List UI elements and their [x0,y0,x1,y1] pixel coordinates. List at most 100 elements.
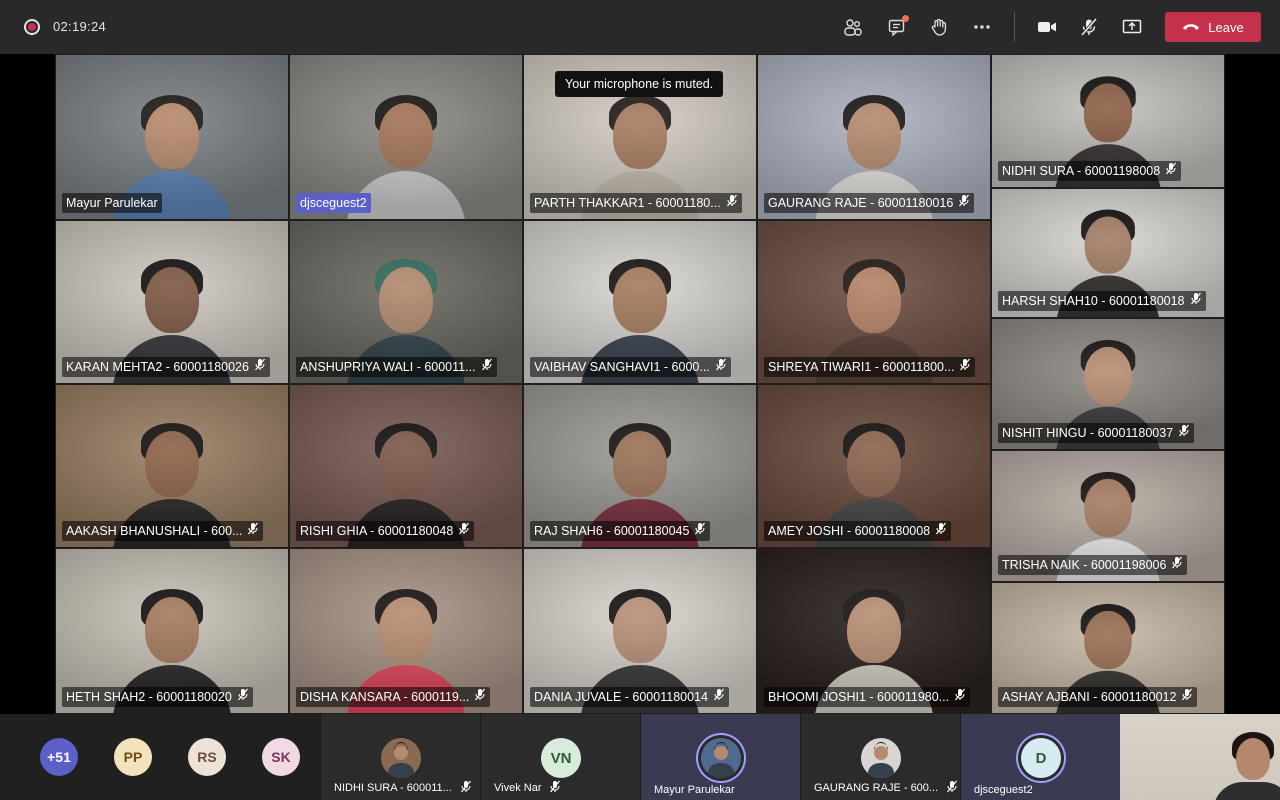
participant-video-tile[interactable]: SHREYA TIWARI1 - 600011800... [757,220,991,384]
mic-muted-icon [954,687,966,707]
call-timer: 02:19:24 [53,19,107,34]
participant-name: PARTH THAKKAR1 - 60001180... [534,196,721,210]
participant-video-tile[interactable]: AMEY JOSHI - 60001180008 [757,384,991,548]
mic-muted-icon [247,521,259,541]
roster-participant-tile[interactable]: VN Vivek Nar [480,714,640,800]
avatar: VN [541,738,581,778]
mic-muted-icon [694,521,706,541]
participant-name-label: AAKASH BHANUSHALI - 600... [62,521,264,541]
participant-video-tile[interactable]: TRISHA NAIK - 60001198006 [991,450,1225,582]
participant-name: ANSHUPRIYA WALI - 600011... [300,360,476,374]
participant-name-label: RISHI GHIA - 60001180048 [296,521,475,541]
mic-muted-icon [254,357,266,377]
participant-name: ASHAY AJBANI - 60001180012 [1002,690,1177,704]
participant-video-tile[interactable]: BHOOMI JOSHI1 - 600011980... [757,548,991,714]
more-actions-icon[interactable] [967,12,997,42]
participant-name-label: djsceguest2 [296,193,371,213]
avatar [381,738,421,778]
participant-video-tile[interactable]: djsceguest2 [289,54,523,220]
leave-button[interactable]: Leave [1165,12,1261,42]
participant-video-tile[interactable]: HETH SHAH2 - 60001180020 [55,548,289,714]
avatar-photo [868,742,894,778]
participant-name: HETH SHAH2 - 60001180020 [66,690,232,704]
roster-name-label: Mayur Parulekar [654,784,735,796]
participant-initials-chip[interactable]: RS [188,738,226,776]
participant-name: AAKASH BHANUSHALI - 600... [66,524,243,538]
participant-name: TRISHA NAIK - 60001198006 [1002,558,1167,572]
participant-video-tile[interactable]: Mayur Parulekar [55,54,289,220]
participant-name: NIDHI SURA - 60001198008 [1002,164,1161,178]
mic-muted-icon [474,687,486,707]
participant-video-tile[interactable]: RISHI GHIA - 60001180048 [289,384,523,548]
participant-video-tile[interactable]: RAJ SHAH6 - 60001180045 [523,384,757,548]
participant-name: DISHA KANSARA - 6000119... [300,690,470,704]
self-silhouette [1208,730,1280,800]
participant-name-label: AMEY JOSHI - 60001180008 [764,521,952,541]
participants-icon[interactable] [838,12,868,42]
overflow-participants-chip[interactable]: +51 [40,738,78,776]
avatar-photo [708,742,734,778]
participant-name: GAURANG RAJE - 60001180016 [768,196,954,210]
participant-name-label: ASHAY AJBANI - 60001180012 [998,687,1198,707]
mic-muted-icon [237,687,249,707]
participant-name-label: GAURANG RAJE - 60001180016 [764,193,975,213]
participant-name: VAIBHAV SANGHAVI1 - 6000... [534,360,710,374]
participant-name: DANIA JUVALE - 60001180014 [534,690,708,704]
mic-muted-icon [959,357,971,377]
roster-participant-tile[interactable]: GAURANG RAJE - 600... [800,714,960,800]
participant-video-tile[interactable]: KARAN MEHTA2 - 60001180026 [55,220,289,384]
chat-notification-dot [902,15,909,22]
toolbar-divider [1014,12,1015,42]
avatar: D [1021,738,1061,778]
participant-name: RISHI GHIA - 60001180048 [300,524,454,538]
mic-muted-icon [1178,423,1190,443]
mic-muted-icon [1165,161,1177,181]
participant-name-label: Mayur Parulekar [62,193,162,213]
roster-name-label: NIDHI SURA - 600011... [334,780,472,796]
chat-icon[interactable] [882,12,912,42]
mic-muted-icon [726,193,738,213]
roster-name: Vivek Nar [494,782,542,794]
participant-name-label: NIDHI SURA - 60001198008 [998,161,1182,181]
raise-hand-icon[interactable] [924,12,954,42]
share-screen-icon[interactable] [1117,12,1147,42]
mic-muted-icon [458,521,470,541]
participant-name: Mayur Parulekar [66,196,158,210]
video-grid: Your microphone is muted. Mayur Paruleka… [0,54,1280,714]
roster-participant-tile[interactable]: Ddjsceguest2 [960,714,1120,800]
participant-name-label: HARSH SHAH10 - 60001180018 [998,291,1206,311]
mic-muted-icon [481,357,493,377]
participant-video-tile[interactable]: VAIBHAV SANGHAVI1 - 6000... [523,220,757,384]
participant-name-label: PARTH THAKKAR1 - 60001180... [530,193,742,213]
roster-participant-tile[interactable]: NIDHI SURA - 600011... [320,714,480,800]
participant-video-tile[interactable]: GAURANG RAJE - 60001180016 [757,54,991,220]
roster-participant-tile[interactable]: Mayur Parulekar [640,714,800,800]
participant-name: NISHIT HINGU - 60001180037 [1002,426,1174,440]
camera-icon[interactable] [1032,12,1062,42]
mic-muted-icon [460,780,472,796]
participant-name: BHOOMI JOSHI1 - 600011980... [768,690,950,704]
participant-name-label: NISHIT HINGU - 60001180037 [998,423,1195,443]
roster-name-label: Vivek Nar [494,780,561,796]
participant-name-label: VAIBHAV SANGHAVI1 - 6000... [530,357,731,377]
mic-muted-icon [1190,291,1202,311]
microphone-muted-icon[interactable] [1074,12,1104,42]
avatar [701,738,741,778]
hang-up-icon [1183,24,1200,30]
mic-muted-icon [713,687,725,707]
participant-video-tile[interactable]: ANSHUPRIYA WALI - 600011... [289,220,523,384]
meeting-toolbar: 02:19:24 Leave [0,0,1280,54]
participant-video-tile[interactable]: DISHA KANSARA - 6000119... [289,548,523,714]
participant-video-tile[interactable]: HARSH SHAH10 - 60001180018 [991,188,1225,318]
participant-video-tile[interactable]: DANIA JUVALE - 60001180014 [523,548,757,714]
participant-initials-chip[interactable]: PP [114,738,152,776]
participant-name: HARSH SHAH10 - 60001180018 [1002,294,1185,308]
roster-name: djsceguest2 [974,784,1033,796]
mic-muted-icon [1171,555,1183,575]
participant-video-tile[interactable]: NISHIT HINGU - 60001180037 [991,318,1225,450]
participant-video-tile[interactable]: AAKASH BHANUSHALI - 600... [55,384,289,548]
participant-initials-chip[interactable]: SK [262,738,300,776]
participant-video-tile[interactable]: ASHAY AJBANI - 60001180012 [991,582,1225,714]
participant-name: RAJ SHAH6 - 60001180045 [534,524,690,538]
participant-video-tile[interactable]: NIDHI SURA - 60001198008 [991,54,1225,188]
